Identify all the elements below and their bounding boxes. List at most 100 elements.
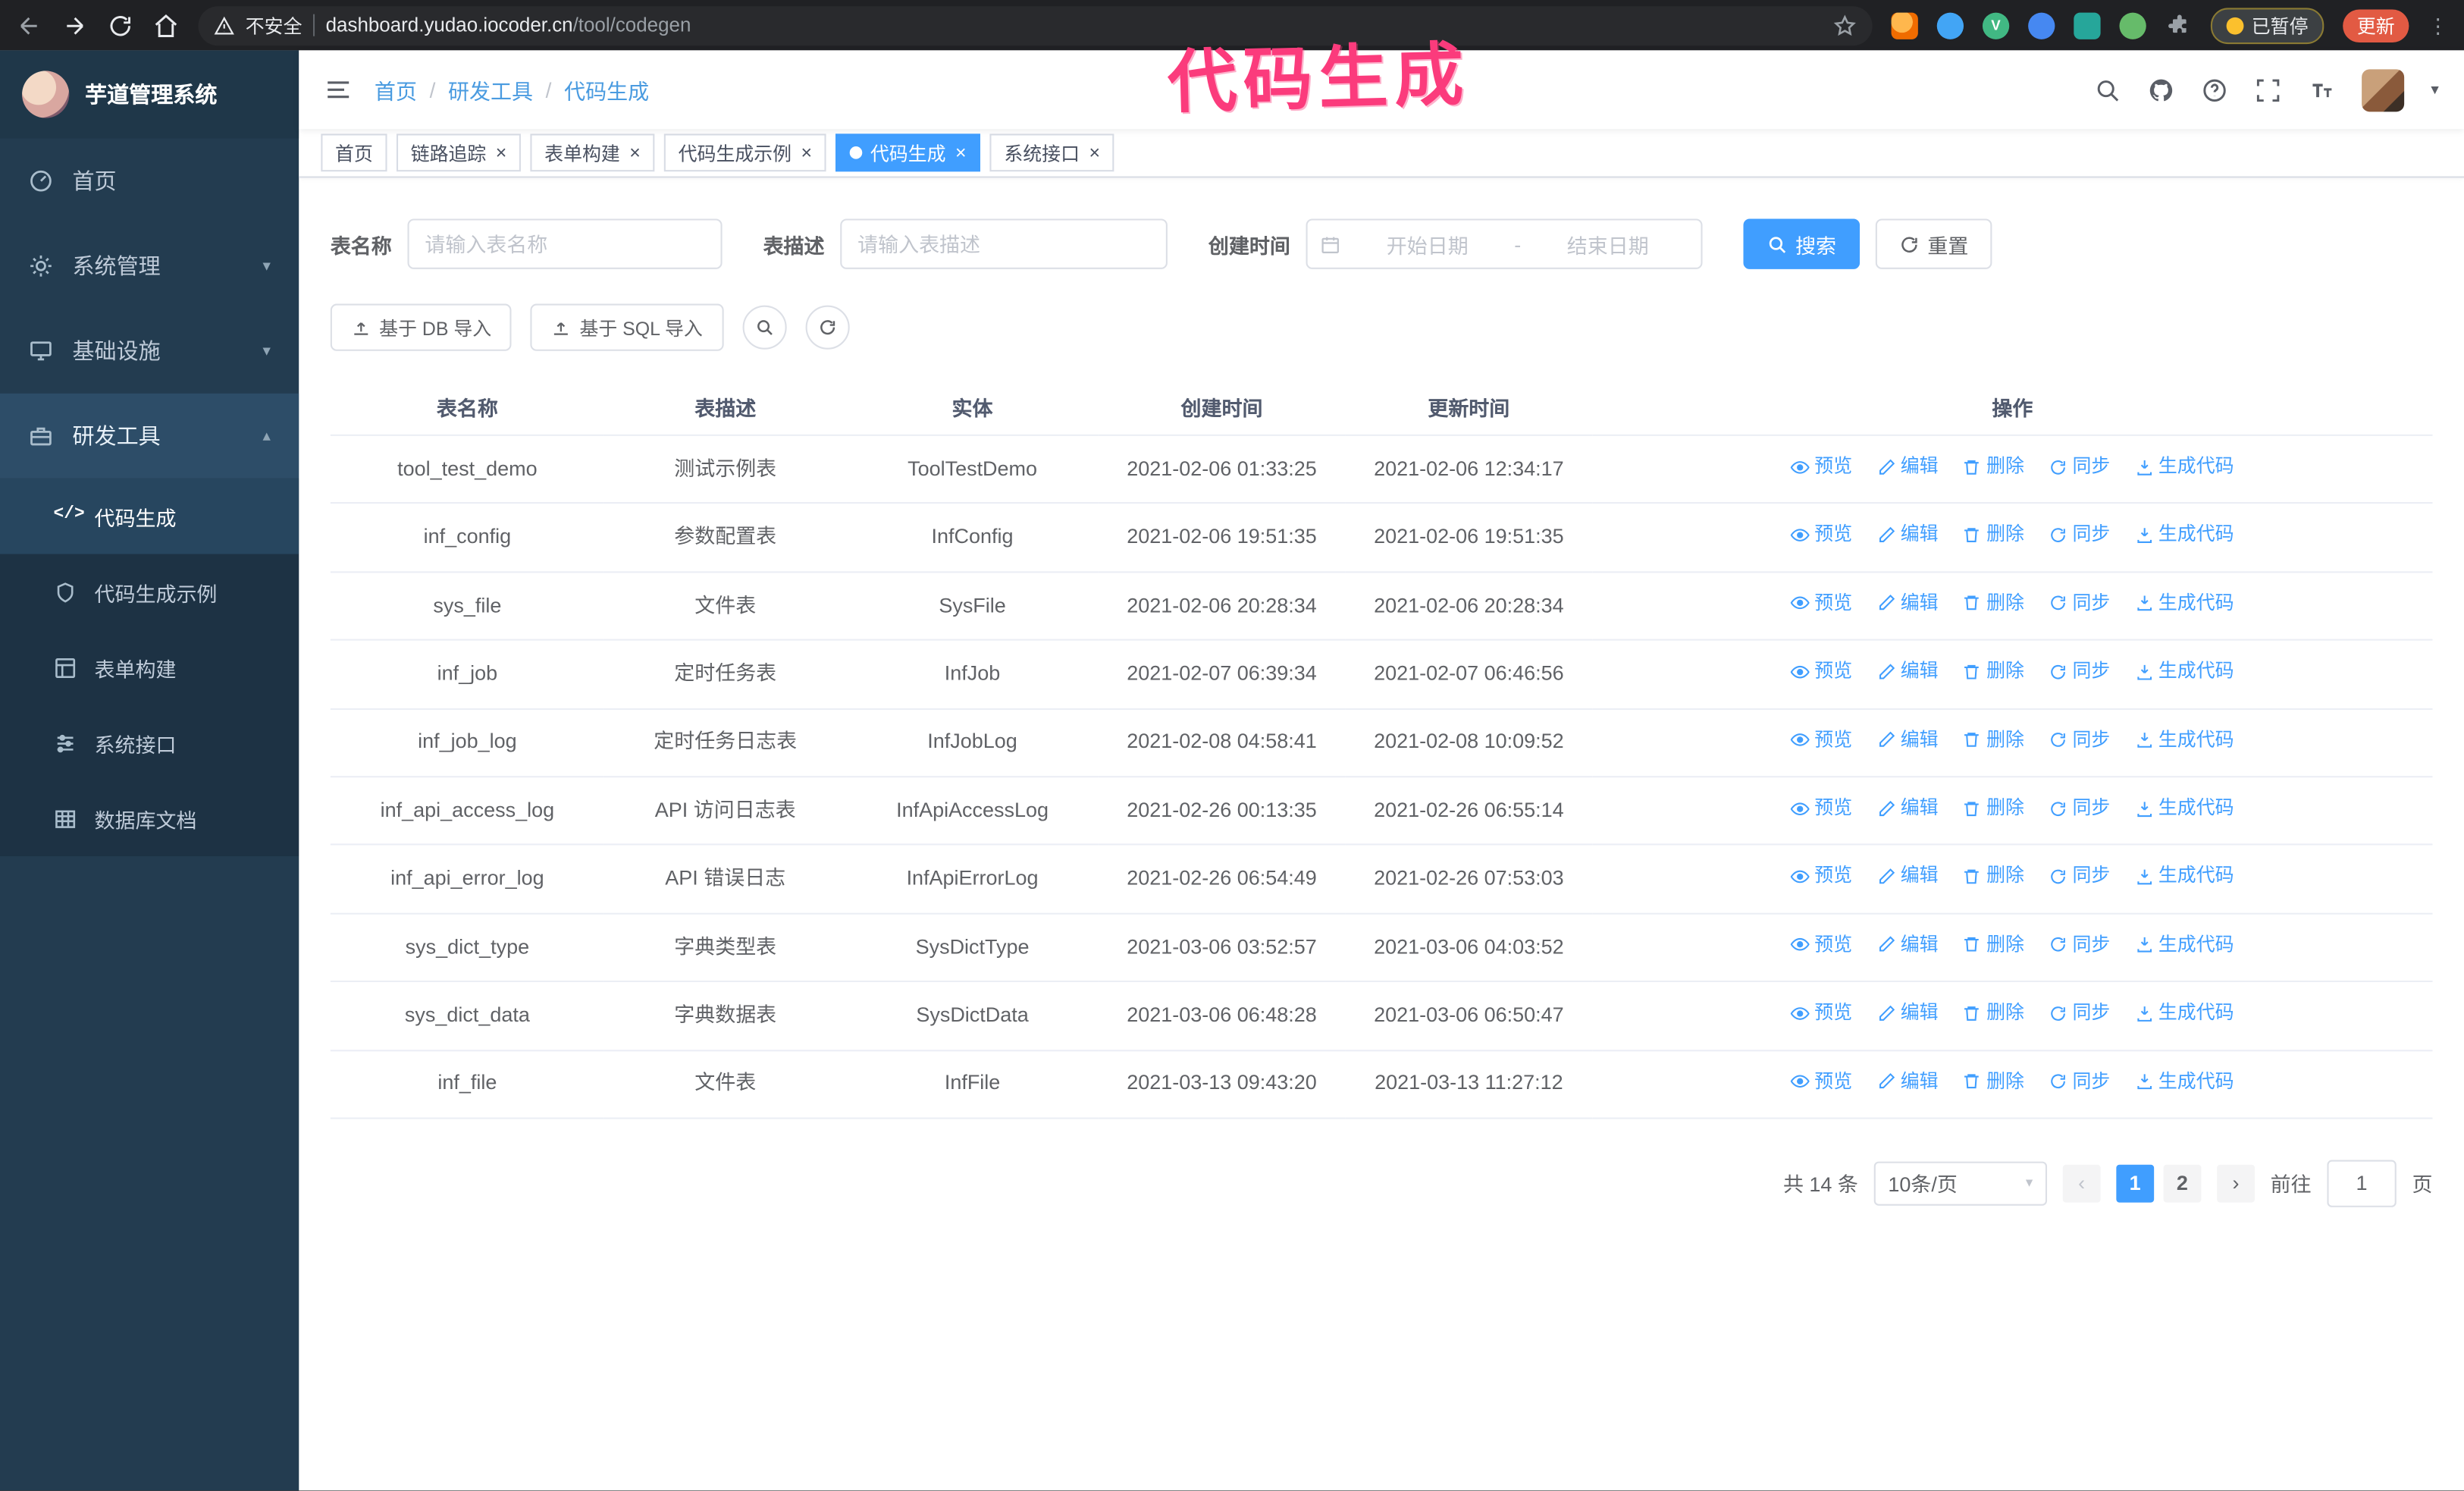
preview-link[interactable]: 预览 [1791, 520, 1852, 551]
browser-menu-icon[interactable]: ⋮ [2428, 15, 2448, 36]
date-start-placeholder[interactable]: 开始日期 [1347, 229, 1508, 259]
edit-link[interactable]: 编辑 [1877, 930, 1939, 960]
breadcrumb-home[interactable]: 首页 [375, 74, 417, 106]
extension-vue-devtools-icon[interactable]: V [1982, 11, 2010, 39]
sidebar-item-infrastructure[interactable]: 基础设施 ▾ [0, 309, 299, 394]
delete-link[interactable]: 删除 [1963, 657, 2024, 687]
preview-link[interactable]: 预览 [1791, 657, 1852, 687]
page-size-select[interactable]: 10条/页 ▾ [1873, 1161, 2047, 1206]
preview-link[interactable]: 预览 [1791, 725, 1852, 755]
refresh-table-button[interactable] [804, 305, 849, 350]
user-avatar[interactable] [2362, 68, 2405, 111]
tab-item[interactable]: 表单构建 × [530, 133, 655, 172]
edit-link[interactable]: 编辑 [1877, 589, 1939, 619]
preview-link[interactable]: 预览 [1791, 930, 1852, 960]
preview-link[interactable]: 预览 [1791, 862, 1852, 892]
preview-link[interactable]: 预览 [1791, 589, 1852, 619]
sync-link[interactable]: 同步 [2049, 930, 2110, 960]
sync-link[interactable]: 同步 [2049, 862, 2110, 892]
generate-code-link[interactable]: 生成代码 [2135, 998, 2234, 1028]
edit-link[interactable]: 编辑 [1877, 725, 1939, 755]
delete-link[interactable]: 删除 [1963, 452, 2024, 482]
sidebar-item-system[interactable]: 系统管理 ▾ [0, 224, 299, 309]
generate-code-link[interactable]: 生成代码 [2135, 452, 2234, 482]
delete-link[interactable]: 删除 [1963, 998, 2024, 1028]
tab-item[interactable]: 链路追踪 × [397, 133, 522, 172]
goto-page-input[interactable] [2327, 1160, 2397, 1207]
sidebar-item-code-generation[interactable]: </> 代码生成 [0, 478, 299, 554]
address-bar[interactable]: 不安全 dashboard.yudao.iocoder.cn/tool/code… [198, 5, 1873, 46]
tab-item[interactable]: 系统接口 × [989, 133, 1114, 172]
import-db-button[interactable]: 基于 DB 导入 [330, 303, 513, 351]
avatar-caret-icon[interactable]: ▾ [2431, 81, 2438, 99]
reload-icon[interactable] [107, 12, 133, 39]
search-button[interactable]: 搜索 [1743, 218, 1861, 269]
extensions-puzzle-icon[interactable] [2165, 12, 2192, 39]
forward-icon[interactable] [61, 12, 88, 39]
sidebar-item-db-doc[interactable]: 数据库文档 [0, 780, 299, 856]
sidebar-item-api[interactable]: 系统接口 [0, 705, 299, 781]
sync-link[interactable]: 同步 [2049, 657, 2110, 687]
tab-close-icon[interactable]: × [801, 143, 813, 162]
edit-link[interactable]: 编辑 [1877, 452, 1939, 482]
date-end-placeholder[interactable]: 结束日期 [1528, 229, 1688, 259]
edit-link[interactable]: 编辑 [1877, 793, 1939, 824]
delete-link[interactable]: 删除 [1963, 520, 2024, 551]
generate-code-link[interactable]: 生成代码 [2135, 1066, 2234, 1097]
extension-users-icon[interactable] [2028, 11, 2055, 39]
generate-code-link[interactable]: 生成代码 [2135, 862, 2234, 892]
edit-link[interactable]: 编辑 [1877, 862, 1939, 892]
extension-fox-icon[interactable] [1891, 11, 1918, 39]
sync-link[interactable]: 同步 [2049, 725, 2110, 755]
extension-drop-icon[interactable] [1936, 11, 1964, 39]
sync-link[interactable]: 同步 [2049, 998, 2110, 1028]
delete-link[interactable]: 删除 [1963, 1066, 2024, 1097]
tab-close-icon[interactable]: × [496, 143, 507, 162]
paused-badge[interactable]: 已暂停 [2210, 7, 2324, 44]
page-button-active[interactable]: 1 [2116, 1164, 2155, 1203]
table-name-input[interactable] [407, 218, 723, 269]
date-range-picker[interactable]: 开始日期 - 结束日期 [1306, 218, 1703, 269]
generate-code-link[interactable]: 生成代码 [2135, 520, 2234, 551]
sidebar-item-devtools[interactable]: 研发工具 ▴ [0, 393, 299, 479]
table-desc-input[interactable] [840, 218, 1168, 269]
generate-code-link[interactable]: 生成代码 [2135, 657, 2234, 687]
sync-link[interactable]: 同步 [2049, 452, 2110, 482]
sidebar-item-code-example[interactable]: 代码生成示例 [0, 554, 299, 630]
prev-page-button[interactable]: ‹ [2062, 1164, 2101, 1203]
generate-code-link[interactable]: 生成代码 [2135, 725, 2234, 755]
sidebar-item-home[interactable]: 首页 [0, 139, 299, 224]
edit-link[interactable]: 编辑 [1877, 998, 1939, 1028]
extension-card-icon[interactable] [2074, 11, 2101, 39]
tab-close-icon[interactable]: × [629, 143, 641, 162]
preview-link[interactable]: 预览 [1791, 998, 1852, 1028]
generate-code-link[interactable]: 生成代码 [2135, 589, 2234, 619]
fullscreen-icon[interactable] [2255, 77, 2281, 103]
tab-item[interactable]: 代码生成示例 × [663, 133, 826, 172]
sync-link[interactable]: 同步 [2049, 793, 2110, 824]
page-button[interactable]: 2 [2163, 1164, 2202, 1203]
reset-button[interactable]: 重置 [1875, 218, 1992, 269]
generate-code-link[interactable]: 生成代码 [2135, 930, 2234, 960]
preview-link[interactable]: 预览 [1791, 1066, 1852, 1097]
sync-link[interactable]: 同步 [2049, 1066, 2110, 1097]
delete-link[interactable]: 删除 [1963, 930, 2024, 960]
hamburger-icon[interactable] [324, 76, 353, 104]
bookmark-star-icon[interactable] [1833, 14, 1857, 37]
breadcrumb-devtools[interactable]: 研发工具 [448, 74, 533, 106]
next-page-button[interactable]: › [2217, 1164, 2255, 1203]
help-icon[interactable] [2201, 77, 2227, 103]
tab-close-icon[interactable]: × [1089, 143, 1100, 162]
tab-close-icon[interactable]: × [955, 143, 967, 162]
delete-link[interactable]: 删除 [1963, 725, 2024, 755]
preview-link[interactable]: 预览 [1791, 452, 1852, 482]
import-sql-button[interactable]: 基于 SQL 导入 [531, 303, 723, 351]
font-size-icon[interactable] [2308, 77, 2334, 103]
back-icon[interactable] [16, 12, 42, 39]
edit-link[interactable]: 编辑 [1877, 520, 1939, 551]
extension-leaf-icon[interactable] [2119, 11, 2146, 39]
delete-link[interactable]: 删除 [1963, 793, 2024, 824]
sync-link[interactable]: 同步 [2049, 589, 2110, 619]
tab-item[interactable]: 首页 [321, 133, 387, 172]
tab-active[interactable]: 代码生成 × [835, 133, 981, 172]
